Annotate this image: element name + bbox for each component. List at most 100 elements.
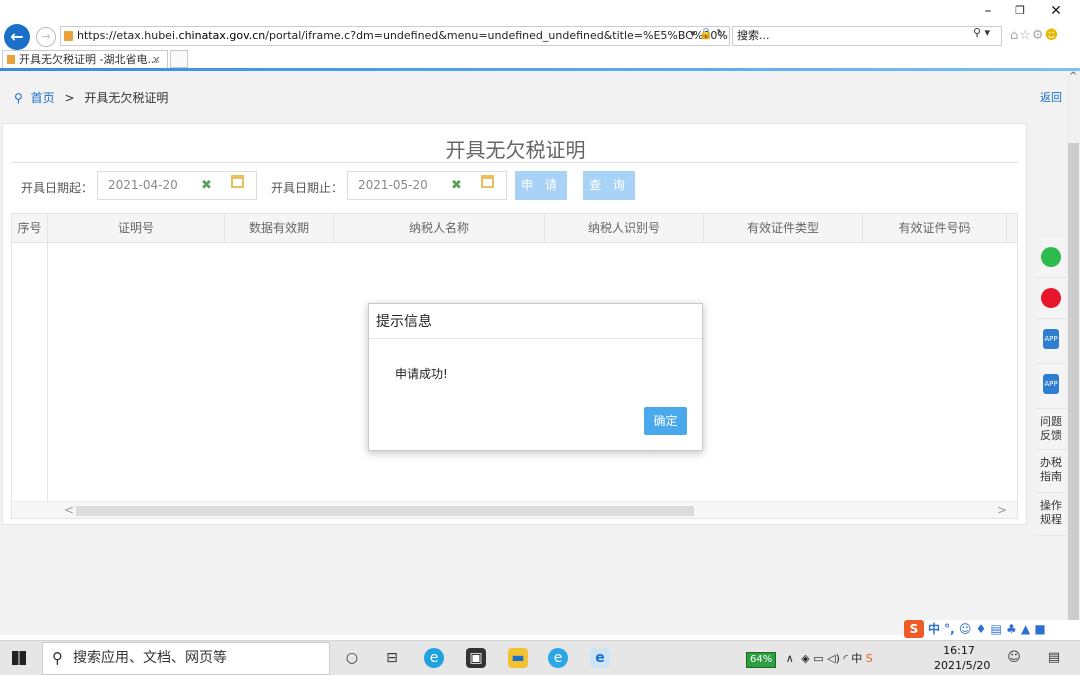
- vertical-scrollbar[interactable]: ^: [1066, 71, 1080, 635]
- seq-column: [12, 243, 48, 501]
- col-header-taxpayer-id: 纳税人识别号: [545, 214, 704, 242]
- minimize-button[interactable]: –: [974, 2, 1002, 20]
- scroll-right-icon[interactable]: >: [997, 503, 1007, 517]
- close-window-button[interactable]: ✕: [1042, 2, 1070, 20]
- address-tools: ▾ 🔒 ↻: [690, 27, 725, 40]
- col-header-cert-type: 有效证件类型: [704, 214, 863, 242]
- col-header-seq: 序号: [12, 214, 48, 242]
- back-link[interactable]: 返回: [1040, 89, 1062, 105]
- taskbar-search-input[interactable]: ⚲ 搜索应用、文档、网页等: [42, 642, 330, 675]
- scroll-thumb[interactable]: [76, 506, 694, 516]
- file-explorer-icon[interactable]: ▬: [508, 648, 528, 668]
- app-download-button[interactable]: APP: [1036, 320, 1066, 364]
- url-host: chinatax.gov.cn: [178, 29, 266, 42]
- browser-search-input[interactable]: 搜索...: [732, 26, 1002, 46]
- feedback-label-2: 反馈: [1040, 429, 1062, 442]
- battery-indicator[interactable]: 64%: [746, 652, 777, 668]
- cortana-icon[interactable]: ○: [342, 648, 362, 668]
- tab-favicon-icon: [7, 55, 15, 64]
- dialog-title: 提示信息: [369, 304, 702, 339]
- breadcrumb-home-link[interactable]: 首页: [31, 91, 55, 105]
- network-icon[interactable]: ◈: [801, 652, 809, 665]
- clear-start-icon[interactable]: ✖: [201, 178, 212, 193]
- start-date-label: 开具日期起：: [21, 181, 94, 195]
- chat-icon[interactable]: ☺: [1004, 648, 1024, 668]
- calendar-icon[interactable]: [231, 175, 244, 188]
- breadcrumb-separator: >: [64, 91, 75, 105]
- edge-icon[interactable]: e: [424, 648, 444, 668]
- table-header: 序号 证明号 数据有效期 纳税人名称 纳税人识别号 有效证件类型 有效证件号码: [11, 213, 1018, 243]
- col-header-cert-no: 证明号: [48, 214, 225, 242]
- vertical-scroll-thumb[interactable]: [1068, 143, 1079, 629]
- breadcrumb-current: 开具无欠税证明: [84, 91, 169, 105]
- rules-label-1: 操作: [1040, 499, 1062, 512]
- notification-icon[interactable]: ▤: [1044, 648, 1064, 668]
- apply-button[interactable]: 申 请: [515, 171, 567, 200]
- system-tray: 64% ∧ ◈ ▭ ◁) ◜ 中 S: [746, 650, 873, 668]
- guide-button[interactable]: 办税 指南: [1036, 451, 1066, 493]
- lock-icon[interactable]: 🔒: [699, 27, 713, 40]
- guide-label-1: 办税: [1040, 456, 1062, 469]
- sogou-logo-icon: S: [904, 620, 924, 638]
- calendar-icon[interactable]: [481, 175, 494, 188]
- new-tab-button[interactable]: [170, 50, 188, 68]
- feedback-button[interactable]: 问题 反馈: [1036, 410, 1066, 450]
- ie-icon[interactable]: e: [590, 648, 610, 668]
- arrow-right-icon: →: [41, 30, 51, 43]
- forward-button[interactable]: →: [36, 27, 56, 47]
- rules-button[interactable]: 操作 规程: [1036, 494, 1066, 536]
- clock[interactable]: 16:17 2021/5/20: [934, 643, 991, 673]
- volume-icon[interactable]: ◁): [827, 652, 840, 665]
- scroll-left-icon[interactable]: <: [64, 503, 74, 517]
- search-icon[interactable]: ⚲ ▾: [973, 26, 990, 39]
- taskbar: ⚲ 搜索应用、文档、网页等 ○ ⊟ e ▣ ▬ e e 64% ∧ ◈ ▭ ◁)…: [0, 640, 1080, 675]
- store-icon[interactable]: ▣: [466, 648, 486, 668]
- restore-button[interactable]: ❐: [1006, 2, 1034, 20]
- chevron-up-icon[interactable]: ∧: [786, 652, 794, 665]
- browser-360-icon[interactable]: e: [548, 648, 568, 668]
- windows-start-icon[interactable]: [12, 651, 26, 665]
- ime-status: 中 °, ☺ ♦ ▤ ♣ ▲ ■: [928, 622, 1046, 636]
- ime-mode-icon[interactable]: 中: [851, 652, 862, 665]
- message-dialog: 提示信息 申请成功! 确定: [368, 303, 703, 451]
- url-rest: /portal/iframe.c?dm=undefined&menu=undef…: [265, 29, 729, 42]
- clear-end-icon[interactable]: ✖: [451, 178, 462, 193]
- site-favicon-icon: [64, 31, 73, 41]
- guide-label-2: 指南: [1040, 470, 1062, 483]
- url-prefix: https://etax.hubei.: [77, 29, 179, 42]
- ime-toolbar[interactable]: S 中 °, ☺ ♦ ▤ ♣ ▲ ■: [904, 620, 1080, 640]
- tab-title: 开具无欠税证明 -湖北省电...: [19, 53, 158, 66]
- battery-icon[interactable]: ▭: [813, 652, 823, 665]
- browser-tab[interactable]: 开具无欠税证明 -湖北省电... ×: [2, 50, 168, 68]
- scroll-up-icon[interactable]: ^: [1069, 71, 1077, 82]
- weibo-icon: [1041, 288, 1061, 308]
- app-download-button-2[interactable]: APP: [1036, 365, 1066, 409]
- gear-icon[interactable]: ⚙: [1032, 28, 1045, 43]
- star-icon[interactable]: ☆: [1019, 28, 1032, 43]
- tab-close-icon[interactable]: ×: [152, 51, 161, 68]
- clock-date: 2021/5/20: [934, 659, 991, 672]
- browser-chrome: – ❐ ✕ ← → https://etax.hubei.chinatax.go…: [0, 0, 1080, 72]
- dialog-message: 申请成功!: [395, 367, 448, 381]
- query-button[interactable]: 查 询: [583, 171, 635, 200]
- app-icon: APP: [1043, 374, 1059, 394]
- back-button[interactable]: ←: [4, 24, 30, 50]
- sogou-tray-icon[interactable]: S: [866, 652, 873, 665]
- smiley-icon[interactable]: ☻: [1045, 28, 1060, 43]
- wifi-icon[interactable]: ◜: [843, 652, 847, 665]
- address-bar[interactable]: https://etax.hubei.chinatax.gov.cn/porta…: [60, 26, 730, 46]
- ok-button[interactable]: 确定: [644, 407, 687, 435]
- wechat-icon: [1041, 247, 1061, 267]
- horizontal-scrollbar[interactable]: < >: [12, 501, 1017, 518]
- location-pin-icon: ⚲: [14, 91, 23, 105]
- home-icon[interactable]: ⌂: [1010, 28, 1019, 43]
- rules-label-2: 规程: [1040, 513, 1062, 526]
- dropdown-icon[interactable]: ▾: [690, 27, 696, 40]
- clock-time: 16:17: [943, 644, 975, 657]
- refresh-icon[interactable]: ↻: [716, 27, 725, 40]
- task-view-icon[interactable]: ⊟: [382, 648, 402, 668]
- weibo-button[interactable]: [1036, 279, 1066, 319]
- search-icon: ⚲: [52, 649, 63, 667]
- wechat-button[interactable]: [1036, 238, 1066, 278]
- taskbar-search-placeholder: 搜索应用、文档、网页等: [73, 650, 227, 666]
